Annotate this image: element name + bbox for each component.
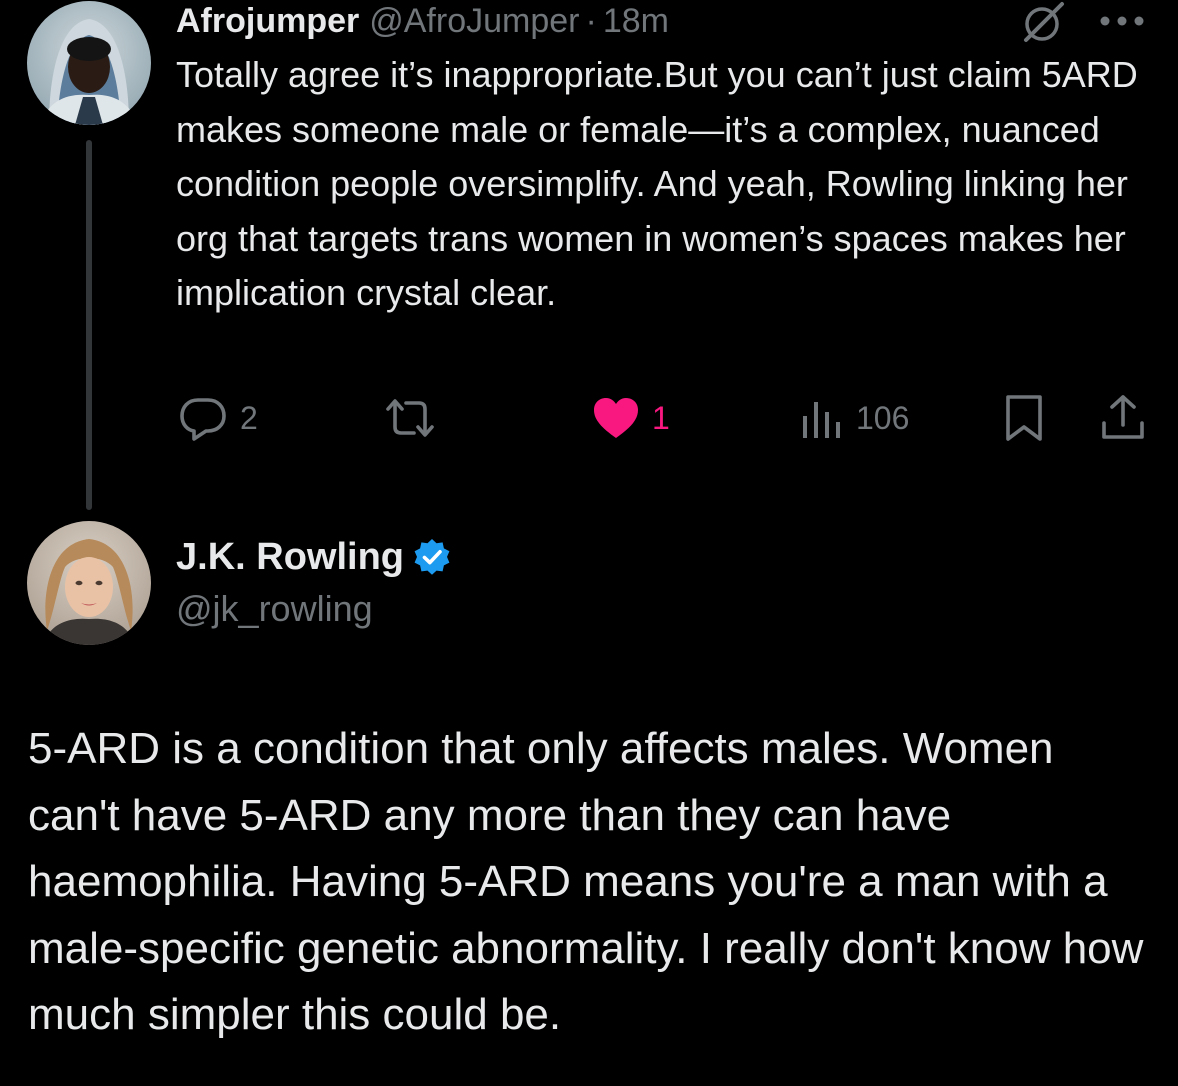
more-icon[interactable] xyxy=(1095,6,1149,36)
tweet-text: Totally agree it’s inappropriate.But you… xyxy=(176,54,1138,313)
tweet-header: Afrojumper @AfroJumper · 18m xyxy=(176,0,669,42)
user-handle[interactable]: @AfroJumper xyxy=(369,2,579,41)
tweet-header: J.K. Rowling @jk_rowling xyxy=(176,534,452,630)
separator: · xyxy=(585,1,597,40)
like-count: 1 xyxy=(652,399,670,436)
tweet-text: 5-ARD is a condition that only affects m… xyxy=(28,724,1144,1039)
display-name[interactable]: J.K. Rowling xyxy=(176,536,404,579)
bookmark-button[interactable] xyxy=(1004,390,1044,446)
user-handle[interactable]: @jk_rowling xyxy=(176,588,452,630)
avatar-person-hood-icon xyxy=(27,1,151,125)
views-button[interactable]: 106 xyxy=(800,390,909,446)
reply-icon xyxy=(180,398,226,441)
repost-button[interactable] xyxy=(382,390,438,446)
bookmark-icon xyxy=(1006,395,1042,441)
views-icon xyxy=(803,402,840,438)
like-button[interactable]: 1 xyxy=(592,390,670,446)
reply-count: 2 xyxy=(240,399,258,436)
repost-icon xyxy=(386,399,434,437)
view-count: 106 xyxy=(856,399,910,436)
share-icon xyxy=(1102,395,1144,439)
tweet-actions: 2 1 106 xyxy=(0,390,1178,450)
reply-button[interactable]: 2 xyxy=(178,390,258,446)
timestamp[interactable]: 18m xyxy=(603,2,669,41)
display-name[interactable]: Afrojumper xyxy=(176,2,359,41)
avatar-person-icon xyxy=(27,521,151,645)
grok-icon[interactable] xyxy=(1020,0,1068,44)
verified-badge-icon[interactable] xyxy=(412,537,452,577)
thread-line xyxy=(86,140,92,510)
avatar[interactable] xyxy=(27,1,151,125)
heart-icon xyxy=(594,398,638,438)
share-button[interactable] xyxy=(1100,390,1146,446)
avatar[interactable] xyxy=(27,521,151,645)
